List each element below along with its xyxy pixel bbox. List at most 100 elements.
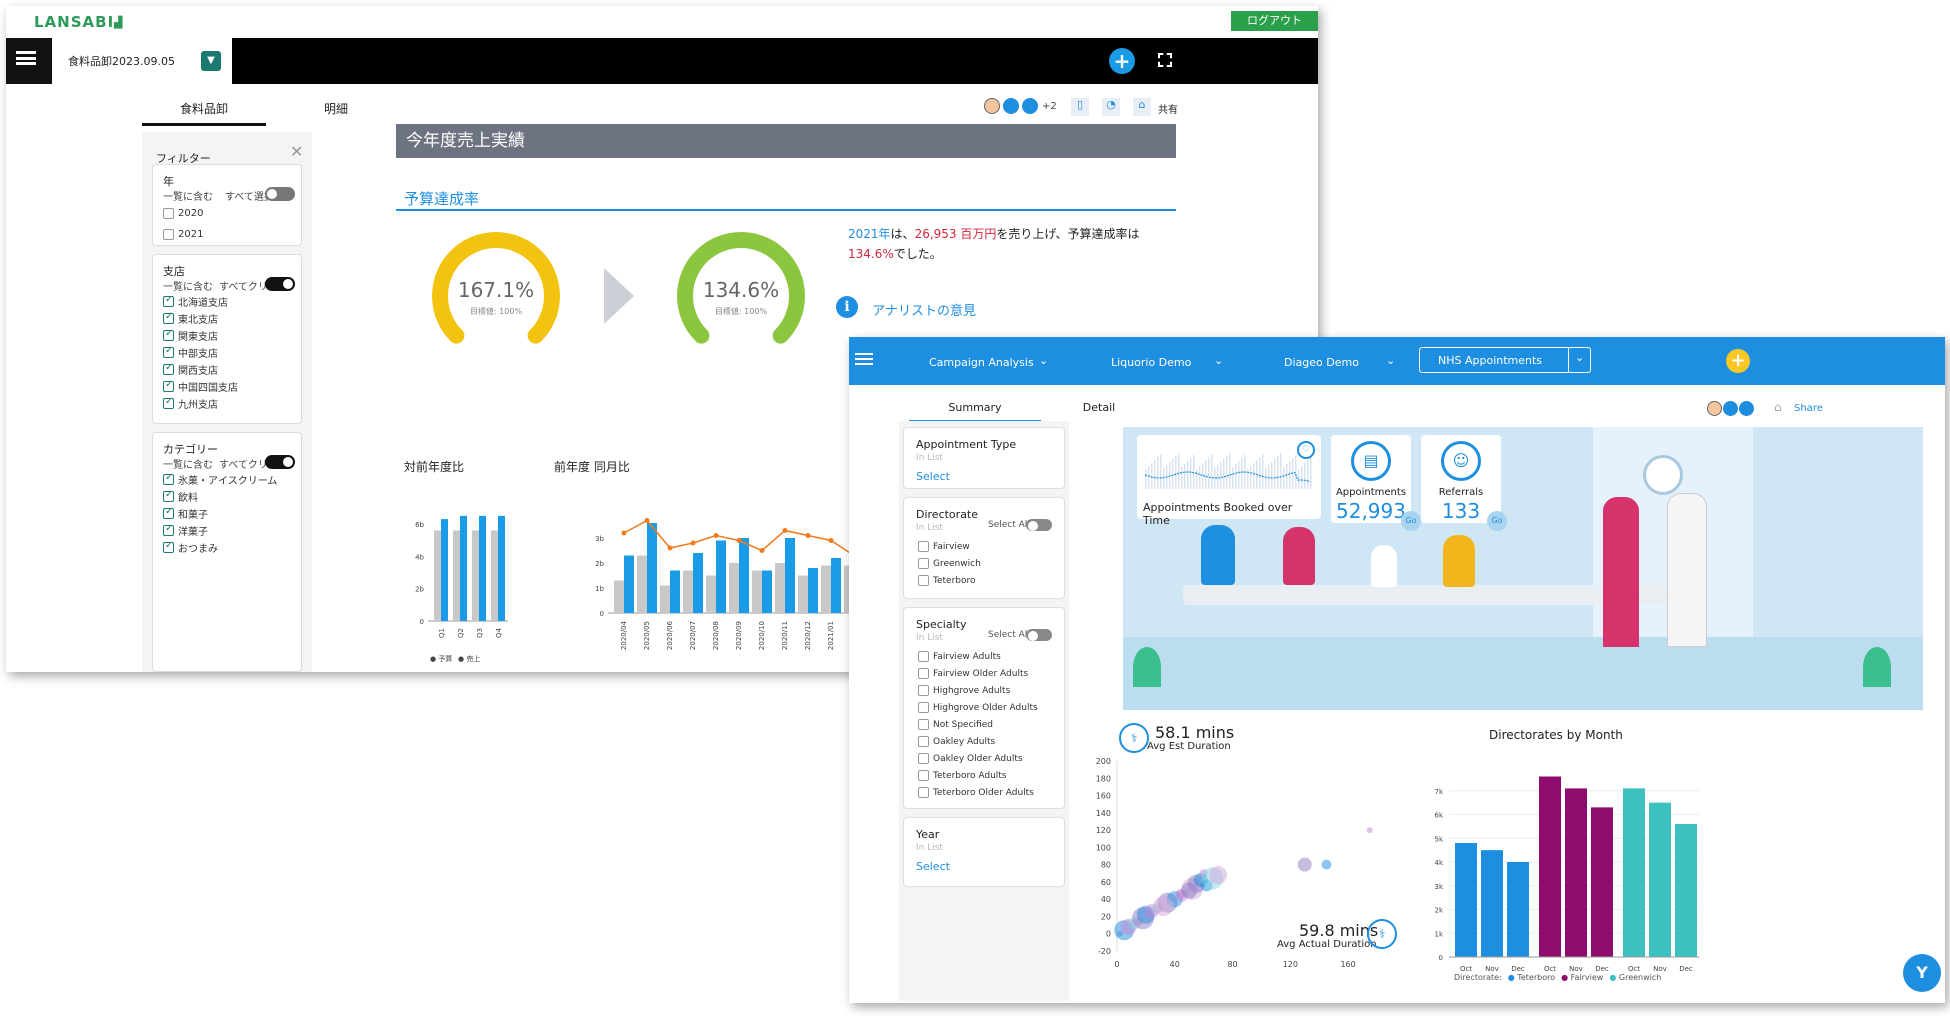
select-all-toggle[interactable] xyxy=(1026,519,1052,531)
tab-detail[interactable]: Detail xyxy=(1064,401,1134,420)
list-item[interactable]: 2020 xyxy=(163,203,203,224)
list-item[interactable]: Oakley Older Adults xyxy=(918,750,1038,767)
hamburger-icon[interactable] xyxy=(855,353,873,365)
list-item[interactable]: Teterboro xyxy=(918,572,981,589)
checkbox-label: Highgrove Older Adults xyxy=(933,702,1038,713)
bar xyxy=(1187,461,1189,489)
bar xyxy=(479,515,486,621)
list-item[interactable]: 和菓子 xyxy=(163,505,277,522)
referrals-kpi-card: ☺ Referrals 133 xyxy=(1421,435,1501,523)
assistant-chat-button[interactable]: Y xyxy=(1903,954,1941,992)
list-item[interactable]: Fairview Older Adults xyxy=(918,665,1038,682)
add-button[interactable]: + xyxy=(1109,48,1135,74)
category-list: 氷菓・アイスクリーム 飲料 和菓子 洋菓子 おつまみ xyxy=(163,471,277,556)
share-button[interactable]: Share xyxy=(1794,403,1823,414)
bar xyxy=(491,530,498,621)
nav-nhs-appointments[interactable]: NHS Appointments ⌄ xyxy=(1419,347,1591,373)
menu-button[interactable] xyxy=(6,38,52,84)
list-item[interactable]: 氷菓・アイスクリーム xyxy=(163,471,277,488)
chevron-down-icon[interactable]: ⌄ xyxy=(1214,354,1223,367)
checkbox[interactable] xyxy=(163,506,174,519)
info-icon[interactable]: i xyxy=(836,296,858,318)
tab-summary[interactable]: Summary xyxy=(909,401,1041,422)
checkbox[interactable] xyxy=(163,345,174,358)
checkbox[interactable] xyxy=(918,558,929,569)
nav-liquorio-demo[interactable]: Liquorio Demo xyxy=(1111,356,1191,369)
checkbox[interactable] xyxy=(163,396,174,409)
checkbox[interactable] xyxy=(163,362,174,375)
select-all-toggle[interactable] xyxy=(265,187,295,201)
checkbox[interactable] xyxy=(918,787,929,798)
checkbox[interactable] xyxy=(918,736,929,747)
list-item[interactable]: おつまみ xyxy=(163,539,277,556)
checkbox[interactable] xyxy=(918,575,929,586)
checkbox[interactable] xyxy=(918,719,929,730)
bar xyxy=(1154,460,1156,489)
tab-food-wholesale[interactable]: 食料品卸 xyxy=(142,100,266,126)
checkbox[interactable] xyxy=(918,702,929,713)
checkbox[interactable] xyxy=(163,379,174,392)
chevron-down-icon[interactable]: ▼ xyxy=(201,51,221,71)
list-item[interactable]: Not Specified xyxy=(918,716,1038,733)
checkbox[interactable] xyxy=(163,523,174,536)
checkbox[interactable] xyxy=(163,208,174,219)
lock-icon[interactable]: ⌂ xyxy=(1774,400,1782,414)
checkbox[interactable] xyxy=(918,651,929,662)
checkbox[interactable] xyxy=(918,541,929,552)
list-item[interactable]: Fairview Adults xyxy=(918,648,1038,665)
list-item[interactable]: Oakley Adults xyxy=(918,733,1038,750)
checkbox[interactable] xyxy=(918,668,929,679)
list-item[interactable]: 北海道支店 xyxy=(163,293,238,310)
clear-all-toggle[interactable] xyxy=(265,455,295,469)
checkbox[interactable] xyxy=(163,294,174,307)
filter-mode: In List xyxy=(916,633,943,643)
list-item[interactable]: 中国四国支店 xyxy=(163,378,238,395)
list-item[interactable]: Fairview xyxy=(918,538,981,555)
go-button[interactable]: Go xyxy=(1487,511,1507,531)
checkbox[interactable] xyxy=(918,685,929,696)
logout-button[interactable]: ログアウト xyxy=(1231,11,1318,31)
list-item[interactable]: 洋菓子 xyxy=(163,522,277,539)
add-button[interactable]: + xyxy=(1726,349,1750,373)
bar xyxy=(706,575,716,613)
list-item[interactable]: 九州支店 xyxy=(163,395,238,412)
bar xyxy=(1220,462,1222,489)
checkbox[interactable] xyxy=(163,489,174,502)
list-item[interactable]: 2021 xyxy=(163,224,203,245)
list-item[interactable]: 中部支店 xyxy=(163,344,238,361)
bar xyxy=(1250,466,1252,489)
clear-all-toggle[interactable] xyxy=(265,277,295,291)
nav-diageo-demo[interactable]: Diageo Demo xyxy=(1284,356,1359,369)
checkbox[interactable] xyxy=(918,770,929,781)
rss-icon[interactable]: ◔ xyxy=(1102,98,1120,116)
list-item[interactable]: Teterboro Adults xyxy=(918,767,1038,784)
list-item[interactable]: Greenwich xyxy=(918,555,981,572)
list-item[interactable]: Highgrove Older Adults xyxy=(918,699,1038,716)
share-button[interactable]: 共有 xyxy=(1158,101,1178,116)
list-item[interactable]: 関東支店 xyxy=(163,327,238,344)
checkbox[interactable] xyxy=(163,472,174,485)
analyst-opinion-link[interactable]: アナリストの意見 xyxy=(872,300,976,319)
list-item[interactable]: Highgrove Adults xyxy=(918,682,1038,699)
close-icon[interactable]: ✕ xyxy=(290,142,303,161)
lock-icon[interactable]: ⌂ xyxy=(1133,98,1151,116)
chevron-down-icon[interactable]: ⌄ xyxy=(1386,354,1395,367)
bookmark-icon[interactable]: ▯ xyxy=(1071,98,1089,116)
checkbox[interactable] xyxy=(163,229,174,240)
checkbox[interactable] xyxy=(163,311,174,324)
list-item[interactable]: 関西支店 xyxy=(163,361,238,378)
fullscreen-icon[interactable] xyxy=(1158,53,1172,67)
list-item[interactable]: Teterboro Older Adults xyxy=(918,784,1038,801)
checkbox[interactable] xyxy=(163,540,174,553)
nav-campaign-analysis[interactable]: Campaign Analysis xyxy=(929,356,1034,369)
go-button[interactable]: Go xyxy=(1401,511,1421,531)
tab-details[interactable]: 明細 xyxy=(296,100,376,123)
select-link[interactable]: Select xyxy=(916,860,950,873)
list-item[interactable]: 東北支店 xyxy=(163,310,238,327)
select-all-toggle[interactable] xyxy=(1026,629,1052,641)
checkbox[interactable] xyxy=(918,753,929,764)
list-item[interactable]: 飲料 xyxy=(163,488,277,505)
checkbox[interactable] xyxy=(163,328,174,341)
select-link[interactable]: Select xyxy=(916,470,950,483)
chevron-down-icon[interactable]: ⌄ xyxy=(1039,354,1048,367)
